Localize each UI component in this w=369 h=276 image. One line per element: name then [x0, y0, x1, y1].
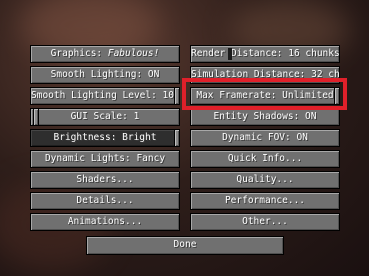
dynamic-lights-label: Dynamic Lights: Fancy — [44, 153, 166, 164]
render-distance-slider[interactable]: Render Distance: 16 chunks — [190, 45, 340, 63]
shaders-button[interactable]: Shaders... — [30, 171, 180, 189]
entity-shadows-button[interactable]: Entity Shadows: ON — [190, 108, 340, 126]
slider-handle[interactable] — [228, 48, 232, 60]
highlight-box — [182, 78, 347, 110]
slider-handle[interactable] — [174, 88, 179, 104]
slider-handle[interactable] — [33, 109, 39, 125]
dynamic-fov-button[interactable]: Dynamic FOV: ON — [190, 129, 340, 147]
dynamic-lights-button[interactable]: Dynamic Lights: Fancy — [30, 150, 180, 168]
smooth-lighting-level-slider[interactable]: Smooth Lighting Level: 100% — [30, 87, 180, 105]
graphics-value: Fabulous! — [107, 48, 160, 59]
other-button[interactable]: Other... — [190, 213, 340, 231]
quality-button[interactable]: Quality... — [190, 171, 340, 189]
quality-label: Quality... — [236, 174, 294, 185]
details-label: Details... — [76, 195, 134, 206]
smooth-lighting-button[interactable]: Smooth Lighting: ON — [30, 66, 180, 84]
smooth-lighting-level-label: Smooth Lighting Level: 100% — [31, 90, 180, 101]
slider-handle[interactable] — [174, 130, 179, 146]
gui-scale-label: GUI Scale: 1 — [70, 111, 140, 122]
brightness-slider[interactable]: Brightness: Bright — [30, 129, 180, 147]
brightness-label: Brightness: Bright — [53, 132, 157, 143]
smooth-lighting-label: Smooth Lighting: ON — [50, 69, 160, 80]
performance-label: Performance... — [224, 195, 306, 206]
performance-button[interactable]: Performance... — [190, 192, 340, 210]
quick-info-button[interactable]: Quick Info... — [190, 150, 340, 168]
animations-label: Animations... — [67, 216, 143, 227]
done-button[interactable]: Done — [86, 236, 284, 255]
graphics-button[interactable]: Graphics: Fabulous! — [30, 45, 180, 63]
other-label: Other... — [242, 216, 288, 227]
details-button[interactable]: Details... — [30, 192, 180, 210]
shaders-label: Shaders... — [76, 174, 134, 185]
gui-scale-slider[interactable]: GUI Scale: 1 — [30, 108, 180, 126]
entity-shadows-label: Entity Shadows: ON — [213, 111, 317, 122]
dynamic-fov-label: Dynamic FOV: ON — [222, 132, 308, 143]
quick-info-label: Quick Info... — [227, 153, 303, 164]
done-label: Done — [173, 239, 197, 250]
render-distance-label: Render Distance: 16 chunks — [191, 48, 340, 59]
graphics-label: Graphics: — [50, 48, 108, 59]
animations-button[interactable]: Animations... — [30, 213, 180, 231]
